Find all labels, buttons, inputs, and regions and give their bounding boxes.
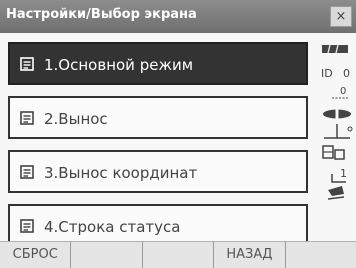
distance-mode-icon: ID 0 [321, 67, 350, 80]
screen-icon [20, 111, 34, 125]
window-title: Настройки/Выбор экрана [6, 7, 197, 22]
app-window: Настройки/Выбор экрана × 1.Основной режи… [0, 0, 356, 268]
status-icons: ID 0 0 1 [321, 44, 353, 200]
title-bar: Настройки/Выбор экрана × [0, 0, 356, 33]
screen-icon [20, 219, 34, 233]
reset-softkey[interactable]: СБРОС [0, 242, 72, 268]
menu-item-label: 4.Строка статуса [44, 218, 181, 236]
menu-item-stakeout[interactable]: 2.Вынос [8, 96, 308, 139]
screen-icon [20, 57, 34, 71]
menu-item-basic-mode[interactable]: 1.Основной режим [8, 42, 308, 85]
svg-text:0: 0 [340, 86, 346, 97]
laser-plummet-icon [324, 124, 353, 139]
menu-item-label: 3.Вынос координат [44, 164, 198, 182]
softkey-bar: СБРОС НАЗАД [0, 241, 356, 268]
menu-item-coordinate-stakeout[interactable]: 3.Вынос координат [8, 150, 308, 193]
menu-item-label: 1.Основной режим [44, 56, 194, 74]
back-softkey[interactable]: НАЗАД [214, 242, 286, 268]
close-button[interactable]: × [330, 6, 352, 27]
screen-selection-menu: 1.Основной режим 2.Вынос 3.Вынос координ… [8, 42, 308, 258]
screen-icon [20, 165, 34, 179]
softkey-5[interactable] [286, 242, 356, 268]
close-icon: × [335, 9, 347, 24]
tilt-compensation-icon: 1 [331, 167, 347, 183]
battery-icon [322, 145, 345, 160]
input-mode-icon [327, 186, 345, 200]
prism-constant-icon: 0 [332, 86, 348, 99]
target-icon [323, 108, 351, 120]
softkey-3[interactable] [143, 242, 215, 268]
svg-text:1: 1 [340, 167, 347, 180]
menu-item-label: 2.Вынос [44, 110, 108, 128]
svg-text:0: 0 [343, 67, 350, 80]
svg-text:ID: ID [321, 67, 333, 80]
signal-strength-icon [322, 44, 348, 54]
softkey-2[interactable] [71, 242, 143, 268]
status-icon-column: ID 0 0 1 [318, 42, 356, 236]
